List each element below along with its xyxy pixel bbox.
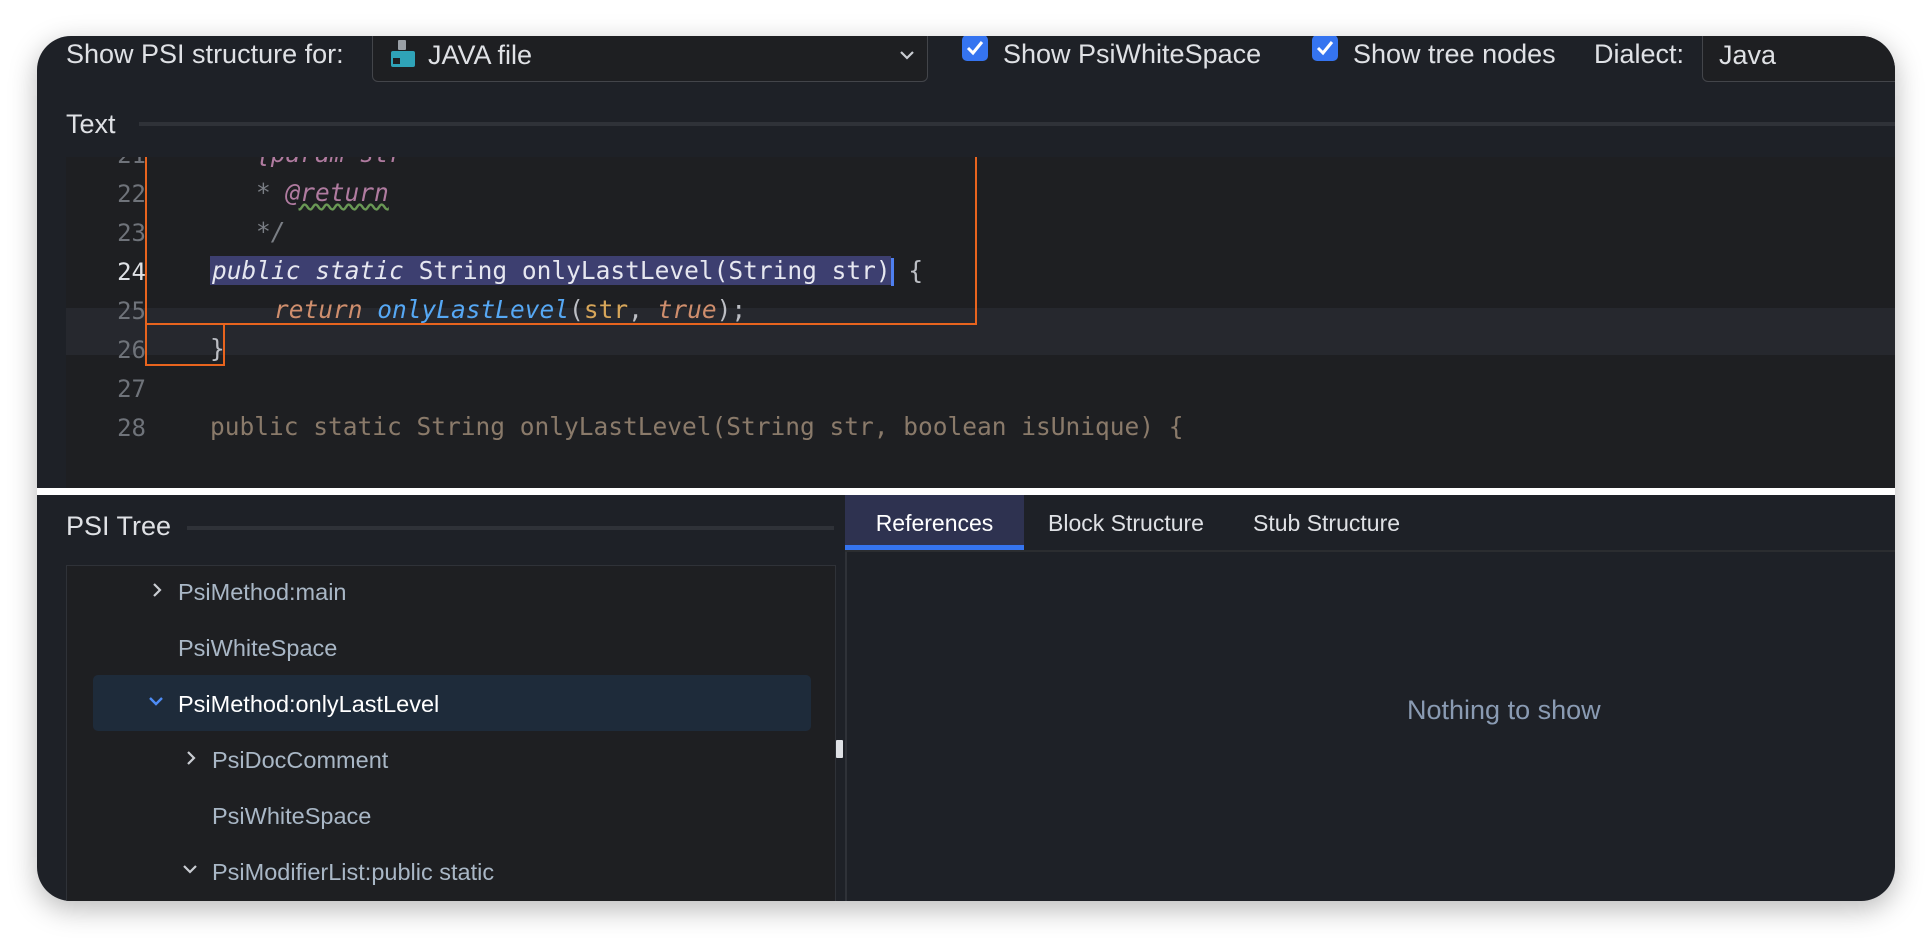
chevron-down-icon[interactable] (898, 46, 916, 69)
panel-divider (845, 495, 847, 901)
psi-tree-title: PSI Tree (66, 511, 172, 541)
text-section-title: Text (66, 109, 116, 139)
horizontal-splitter[interactable] (37, 488, 1895, 495)
show-psi-label: Show PSI structure for: (66, 39, 344, 69)
chevron-down-icon[interactable] (181, 861, 199, 884)
line-number-current: 24 (117, 258, 146, 286)
line-number: 27 (117, 375, 146, 403)
vertical-splitter-handle[interactable] (836, 740, 843, 758)
line-number: 28 (117, 414, 146, 442)
psi-tree-panel[interactable]: PsiMethod:main PsiWhiteSpace PsiMethod:o… (66, 565, 836, 901)
show-whitespace-label[interactable]: Show PsiWhiteSpace (1003, 41, 1261, 68)
line-number: 21 (66, 157, 146, 169)
tab-references[interactable]: References (845, 495, 1024, 551)
dialect-label: Dialect: (1594, 39, 1685, 69)
checkmark-icon (1316, 41, 1334, 56)
dialect-value: Java (1719, 40, 1777, 70)
code-editor[interactable]: 21 22 23 24 25 26 27 28 {param str * @re… (66, 157, 1895, 488)
psi-viewer-window: Show PSI structure for: JAVA file Show P… (37, 36, 1895, 901)
file-type-combobox[interactable]: JAVA file (372, 36, 928, 82)
chevron-down-icon[interactable] (147, 693, 165, 716)
show-tree-nodes-label[interactable]: Show tree nodes (1353, 41, 1556, 68)
code-line-28: public static String onlyLastLevel(Strin… (210, 412, 1184, 441)
tree-node[interactable]: PsiWhiteSpace (212, 803, 371, 830)
tree-node-selected[interactable]: PsiMethod:onlyLastLevel (178, 691, 439, 718)
psi-highlight-box-top (145, 157, 977, 325)
right-tab-bar: References Block Structure Stub Structur… (845, 495, 1895, 552)
tree-node[interactable]: PsiWhiteSpace (178, 635, 337, 662)
psi-highlight-box-bottom (145, 323, 225, 366)
tree-node[interactable]: PsiMethod:main (178, 579, 347, 606)
tree-node[interactable]: PsiDocComment (212, 747, 388, 774)
line-number: 25 (117, 297, 146, 325)
show-tree-nodes-checkbox[interactable] (1312, 36, 1338, 61)
java-file-icon (389, 39, 417, 69)
tab-stub-structure[interactable]: Stub Structure (1253, 495, 1400, 551)
tree-node[interactable]: PsiModifierList:public static (212, 859, 494, 886)
show-whitespace-checkbox[interactable] (962, 36, 988, 61)
chevron-right-icon[interactable] (149, 581, 165, 604)
psi-tree-divider (187, 526, 834, 530)
empty-state-text: Nothing to show (1407, 695, 1601, 725)
tab-bar-divider (845, 550, 1895, 552)
dialect-combobox[interactable]: Java (1702, 36, 1895, 82)
checkmark-icon (966, 41, 984, 56)
tab-block-structure[interactable]: Block Structure (1048, 495, 1204, 551)
line-number: 26 (117, 336, 146, 364)
line-number: 23 (117, 219, 146, 247)
text-section-divider (139, 122, 1895, 126)
chevron-right-icon[interactable] (183, 749, 199, 772)
file-type-value: JAVA file (428, 40, 533, 70)
line-number: 22 (117, 180, 146, 208)
